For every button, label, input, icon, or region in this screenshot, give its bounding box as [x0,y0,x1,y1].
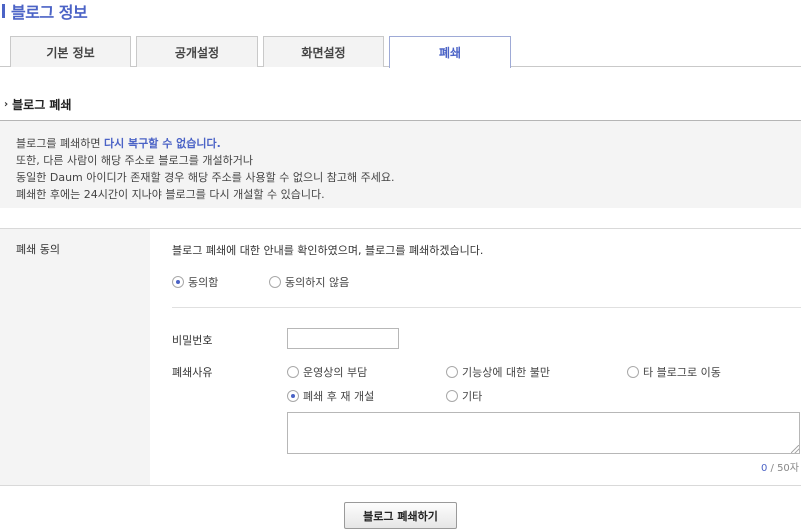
notice-line-4: 폐쇄한 후에는 24시간이 지나야 블로그를 다시 개설할 수 있습니다. [16,188,325,201]
reason-radio-dissatisfied[interactable]: 기능상에 대한 불만 [446,364,550,380]
radio-unselected-icon[interactable] [627,366,639,378]
page-title: 블로그 정보 [0,0,88,22]
radio-selected-icon[interactable] [287,390,299,402]
reason-radio-move-label: 타 블로그로 이동 [643,366,721,379]
reason-radio-reopen[interactable]: 폐쇄 후 재 개설 [287,388,374,404]
notice-line-3: 동일한 Daum 아이디가 존재할 경우 해당 주소를 사용할 수 없으니 참고… [16,171,395,184]
password-input[interactable] [287,328,399,349]
char-counter-max: / 50자 [767,463,799,474]
radio-unselected-icon[interactable] [287,366,299,378]
tab-close-blog[interactable]: 폐쇄 [389,36,511,68]
reason-radio-burden[interactable]: 운영상의 부담 [287,364,367,380]
reason-textarea[interactable] [287,412,800,454]
agree-radio-no-label: 동의하지 않음 [285,276,350,289]
notice-line-1-text: 블로그를 폐쇄하면 [16,137,104,150]
form-label-column: 폐쇄 동의 [0,229,150,485]
char-counter: 0 / 50자 [761,459,799,474]
form-divider [172,307,801,308]
section-title: › 블로그 폐쇄 [4,96,72,113]
tab-privacy-settings[interactable]: 공개설정 [136,36,258,67]
agree-statement: 블로그 폐쇄에 대한 안내를 확인하였으며, 블로그를 폐쇄하겠습니다. [172,244,484,257]
reason-radio-other[interactable]: 기타 [446,388,482,404]
reason-radio-dissatisfied-label: 기능상에 대한 불만 [462,366,550,379]
notice-line-1: 블로그를 폐쇄하면 다시 복구할 수 없습니다. [16,135,801,152]
page-title-text: 블로그 정보 [11,3,88,22]
reason-radio-move[interactable]: 타 블로그로 이동 [627,364,721,380]
agree-radio-yes[interactable]: 동의함 [172,274,218,290]
closure-notice: 블로그를 폐쇄하면 다시 복구할 수 없습니다. 또한, 다른 사람이 해당 주… [0,120,801,208]
section-title-text: 블로그 폐쇄 [12,98,72,112]
reason-radio-reopen-label: 폐쇄 후 재 개설 [303,390,375,403]
reason-radio-burden-label: 운영상의 부담 [303,366,368,379]
reason-radio-other-label: 기타 [462,390,483,403]
agree-row-label: 폐쇄 동의 [16,243,60,256]
agree-radio-no[interactable]: 동의하지 않음 [269,274,349,290]
reason-label: 폐쇄사유 [172,366,213,379]
password-label: 비밀번호 [172,334,213,347]
tab-basic-info[interactable]: 기본 정보 [10,36,131,67]
close-blog-button[interactable]: 블로그 폐쇄하기 [344,502,457,529]
agree-radio-yes-label: 동의함 [188,276,219,289]
notice-warning-highlight: 다시 복구할 수 없습니다. [103,137,221,150]
tab-display-settings[interactable]: 화면설정 [263,36,384,67]
resize-grip-icon[interactable] [791,445,799,453]
title-bar-decoration [2,4,5,18]
chevron-right-icon: › [4,99,9,110]
radio-unselected-icon[interactable] [446,390,458,402]
radio-selected-icon[interactable] [172,276,184,288]
radio-unselected-icon[interactable] [269,276,281,288]
radio-unselected-icon[interactable] [446,366,458,378]
notice-line-2: 또한, 다른 사람이 해당 주소로 블로그를 개설하거나 [16,154,253,167]
tab-bar: 기본 정보 공개설정 화면설정 폐쇄 [0,36,801,68]
